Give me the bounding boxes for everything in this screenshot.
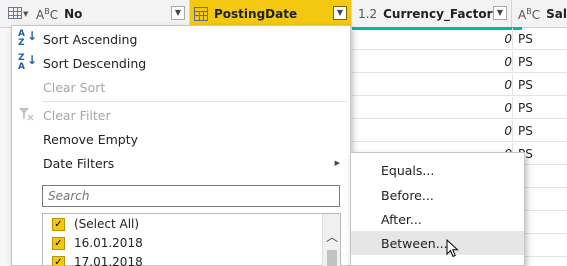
mouse-cursor-icon (446, 239, 459, 258)
chevron-down-icon[interactable]: ▼ (23, 10, 28, 18)
sort-descending-icon: Z A ↓ (18, 53, 38, 72)
currency-cell[interactable]: 0 (504, 101, 512, 115)
checkbox-checked-icon[interactable]: ✓ (52, 236, 65, 250)
table-row: 0 PS (352, 28, 567, 50)
column-divider (512, 51, 513, 73)
clear-filter-label: Clear Filter (43, 107, 111, 123)
text-type-icon[interactable]: ABC (518, 7, 540, 22)
filter-dropdown-button-postingdate[interactable]: ▼ (333, 6, 347, 20)
column-divider (512, 120, 513, 142)
remove-empty-label: Remove Empty (43, 131, 139, 147)
filter-dropdown-button-no[interactable]: ▼ (171, 6, 185, 20)
sort-ascending-item[interactable]: A Z ↓ Sort Ascending (12, 27, 350, 51)
list-item-label: 16.01.2018 (74, 236, 143, 250)
column-divider (512, 28, 513, 50)
table-icon[interactable] (8, 7, 22, 19)
checkbox-checked-icon[interactable]: ✓ (52, 255, 65, 266)
column-name-postingdate: PostingDate (214, 7, 298, 21)
clear-sort-label: Clear Sort (43, 79, 106, 95)
column-header-no[interactable]: ▼ ABC No ▼ (0, 0, 190, 28)
column-divider (512, 97, 513, 119)
list-item-label: 17.01.2018 (74, 255, 143, 266)
salesperson-cell[interactable]: PS (518, 55, 533, 69)
equals-item[interactable]: Equals... (351, 158, 524, 182)
between-item[interactable]: Between... (351, 231, 524, 255)
table-row: 0 PS (352, 97, 567, 119)
menu-divider (42, 101, 347, 102)
clear-sort-item: Clear Sort (12, 75, 350, 99)
chevron-right-icon: ▶ (334, 159, 340, 167)
sort-ascending-label: Sort Ascending (43, 31, 138, 47)
salesperson-cell[interactable]: PS (518, 124, 533, 138)
sort-ascending-icon: A Z ↓ (18, 29, 38, 48)
column-header-postingdate[interactable]: PostingDate ▼ (190, 0, 352, 28)
column-name-no: No (64, 7, 83, 21)
currency-cell[interactable]: 0 (504, 78, 512, 92)
salesperson-cell[interactable]: PS (518, 78, 533, 92)
date-filters-label: Date Filters (43, 155, 115, 171)
list-scrollbar[interactable]: ︿ (322, 214, 340, 266)
column-header-bar: ▼ ABC No ▼ PostingDate ▼ 1.2 Currency_Fa… (0, 0, 567, 28)
before-label: Before... (381, 187, 434, 203)
column-header-salesperson[interactable]: ABC Salesp (512, 0, 567, 28)
value-list: ✓ (Select All) ✓ 16.01.2018 ✓ 17.01.2018… (42, 213, 341, 266)
salesperson-cell[interactable]: PS (518, 32, 533, 46)
date-filters-item[interactable]: Date Filters ▶ (12, 151, 350, 175)
column-filter-menu: A Z ↓ Sort Ascending Z A ↓ Sort Descending C… (11, 25, 351, 266)
currency-cell[interactable]: 0 (504, 32, 512, 46)
search-input[interactable] (42, 185, 340, 207)
checkbox-checked-icon[interactable]: ✓ (52, 217, 65, 231)
scrollbar-thumb[interactable] (327, 250, 337, 266)
decimal-type-icon[interactable]: 1.2 (358, 7, 377, 21)
column-divider (512, 74, 513, 96)
currency-cell[interactable]: 0 (504, 55, 512, 69)
column-name-salesperson: Salesp (546, 7, 567, 21)
after-item[interactable]: After... (351, 207, 524, 231)
between-label: Between... (381, 235, 448, 251)
sort-descending-item[interactable]: Z A ↓ Sort Descending (12, 51, 350, 75)
after-label: After... (381, 211, 422, 227)
sort-descending-label: Sort Descending (43, 55, 147, 71)
calendar-icon[interactable] (194, 7, 208, 21)
before-item[interactable]: Before... (351, 183, 524, 207)
text-type-icon[interactable]: ABC (36, 7, 58, 22)
table-row: 0 PS (352, 74, 567, 96)
remove-empty-item[interactable]: Remove Empty (12, 127, 350, 151)
salesperson-cell[interactable]: PS (518, 101, 533, 115)
clear-filter-icon (18, 106, 34, 124)
column-name-currency: Currency_Factor (383, 7, 493, 21)
equals-label: Equals... (381, 162, 435, 178)
table-row: 0 PS (352, 51, 567, 73)
clear-filter-item: Clear Filter (12, 103, 350, 127)
filter-dropdown-button-currency[interactable]: ▼ (493, 6, 507, 20)
date-filters-submenu: Equals... Before... After... Between... (350, 152, 525, 266)
table-row: 0 PS (352, 120, 567, 142)
list-item-label: (Select All) (74, 217, 140, 231)
column-header-currency[interactable]: 1.2 Currency_Factor ▼ (352, 0, 512, 28)
chevron-up-icon[interactable]: ︿ (326, 228, 338, 245)
currency-cell[interactable]: 0 (504, 124, 512, 138)
